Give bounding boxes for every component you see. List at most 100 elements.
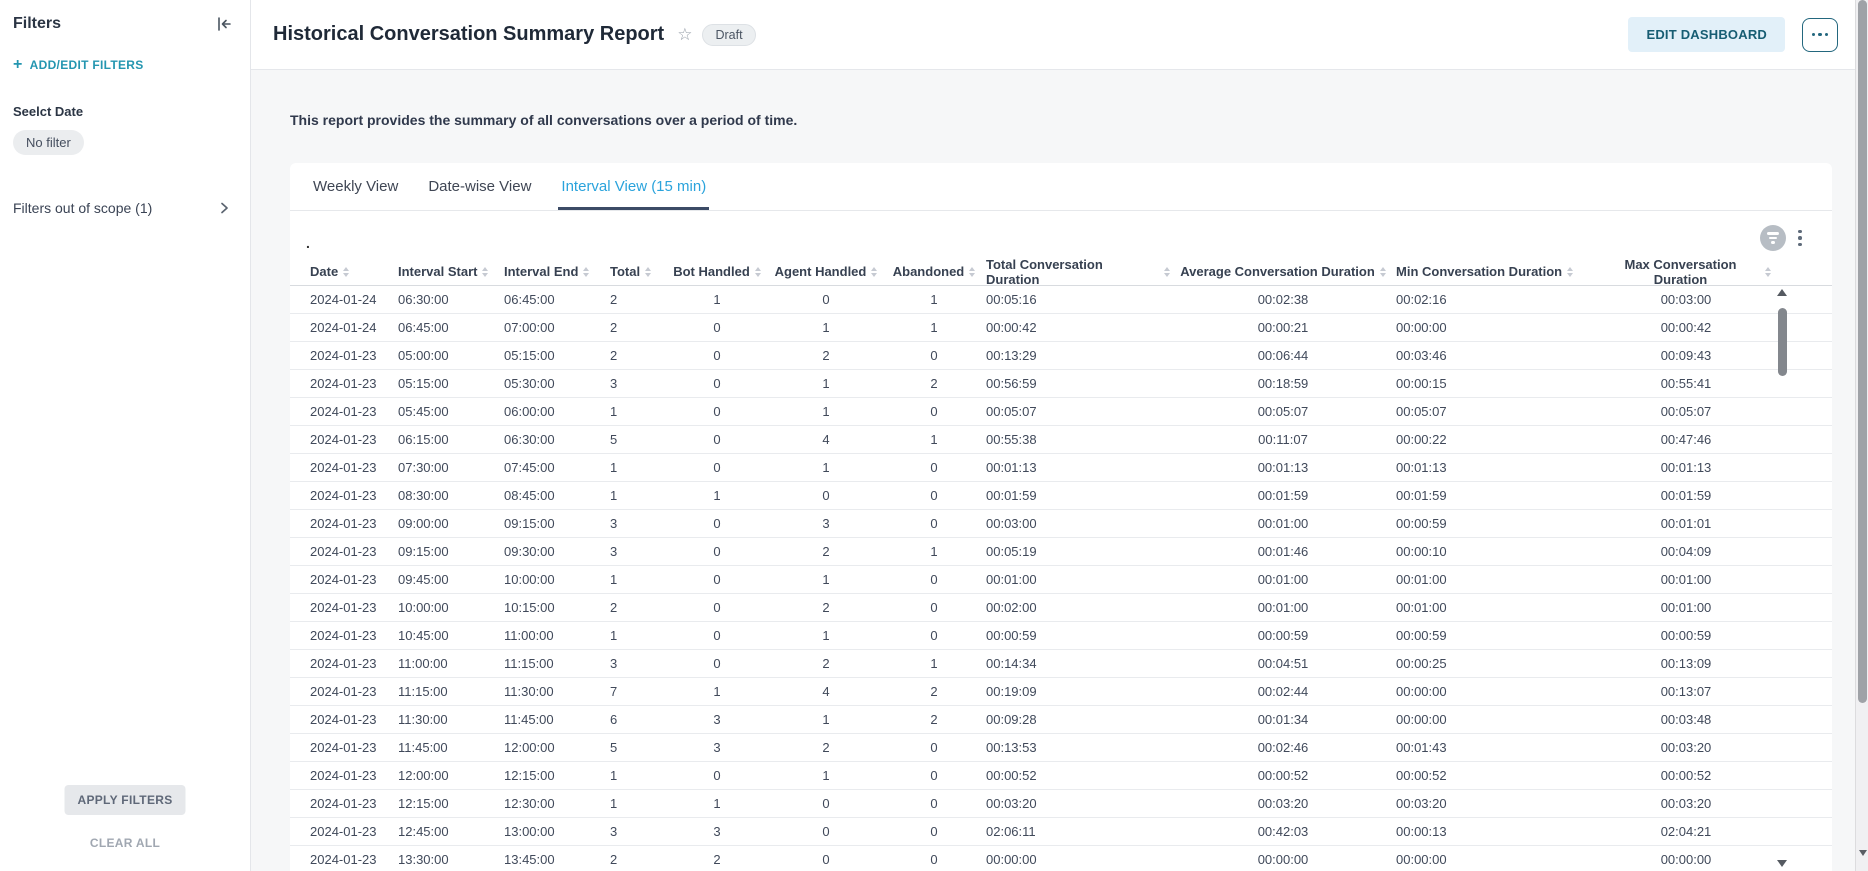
column-header[interactable]: Interval End bbox=[504, 264, 610, 279]
sort-icon bbox=[645, 267, 651, 277]
table-cell: 00:01:00 bbox=[1176, 516, 1396, 531]
table-cell: 1 bbox=[670, 796, 770, 811]
apply-filters-button[interactable]: APPLY FILTERS bbox=[64, 785, 185, 815]
table-cell: 00:01:46 bbox=[1176, 544, 1396, 559]
table-cell: 0 bbox=[670, 432, 770, 447]
table-cell: 00:00:59 bbox=[1396, 516, 1601, 531]
column-header-label: Abandoned bbox=[893, 264, 965, 279]
table-cell: 11:30:00 bbox=[398, 712, 504, 727]
table-scroll-down-icon[interactable] bbox=[1777, 860, 1787, 867]
table-cell: 00:00:15 bbox=[1396, 376, 1601, 391]
table-cell: 3 bbox=[670, 712, 770, 727]
page-scrollbar-thumb[interactable] bbox=[1858, 0, 1867, 703]
add-edit-filters-label: ADD/EDIT FILTERS bbox=[30, 58, 144, 72]
table-cell: 0 bbox=[888, 460, 986, 475]
table-row: 2024-01-2310:00:0010:15:00202000:02:0000… bbox=[290, 594, 1832, 622]
table-cell: 00:55:38 bbox=[986, 432, 1176, 447]
column-header[interactable]: Date bbox=[310, 264, 398, 279]
table-cell: 00:00:00 bbox=[986, 852, 1176, 867]
table-row: 2024-01-2309:15:0009:30:00302100:05:1900… bbox=[290, 538, 1832, 566]
tab-date-wise-view[interactable]: Date-wise View bbox=[425, 163, 534, 210]
table-cell: 00:00:59 bbox=[1176, 628, 1396, 643]
column-header[interactable]: Max Conversation Duration bbox=[1601, 257, 1777, 287]
table-cell: 06:00:00 bbox=[504, 404, 610, 419]
table-cell: 00:00:42 bbox=[986, 320, 1176, 335]
table-cell: 6 bbox=[610, 712, 670, 727]
table-cell: 13:30:00 bbox=[398, 852, 504, 867]
table-cell: 2024-01-23 bbox=[310, 852, 398, 867]
column-header[interactable]: Abandoned bbox=[888, 264, 986, 279]
table-cell: 0 bbox=[670, 572, 770, 587]
table-row: 2024-01-2312:15:0012:30:00110000:03:2000… bbox=[290, 790, 1832, 818]
table-header-row: Date Interval StartInterval EndTotalBot H… bbox=[290, 258, 1832, 286]
table-cell: 2024-01-23 bbox=[310, 376, 398, 391]
filters-out-of-scope[interactable]: Filters out of scope (1) bbox=[13, 200, 231, 216]
table-cell: 00:04:51 bbox=[1176, 656, 1396, 671]
table-cell: 00:01:00 bbox=[1396, 600, 1601, 615]
plus-icon: + bbox=[13, 57, 23, 73]
table-scrollbar-thumb[interactable] bbox=[1778, 308, 1787, 376]
table-cell: 00:03:20 bbox=[1601, 740, 1777, 755]
collapse-sidebar-icon[interactable] bbox=[213, 13, 235, 35]
table-cell: 00:05:07 bbox=[1601, 404, 1777, 419]
table-scroll-up-icon[interactable] bbox=[1777, 289, 1787, 296]
column-header[interactable]: Bot Handled bbox=[670, 264, 770, 279]
column-header[interactable]: Average Conversation Duration bbox=[1176, 264, 1396, 279]
column-header[interactable]: Interval Start bbox=[398, 264, 504, 279]
table-cell: 00:01:13 bbox=[1176, 460, 1396, 475]
table-cell: 00:05:07 bbox=[1396, 404, 1601, 419]
table-row: 2024-01-2312:45:0013:00:00330002:06:1100… bbox=[290, 818, 1832, 846]
page-title: Historical Conversation Summary Report bbox=[273, 23, 664, 46]
column-filter-icon[interactable] bbox=[1760, 225, 1786, 251]
column-header[interactable]: Agent Handled bbox=[770, 264, 888, 279]
overflow-menu-button[interactable] bbox=[1802, 18, 1838, 52]
table-body: 2024-01-2406:30:0006:45:00210100:05:1600… bbox=[290, 286, 1832, 871]
table-cell: 1 bbox=[610, 460, 670, 475]
tab-weekly-view[interactable]: Weekly View bbox=[310, 163, 401, 210]
page-scrollbar[interactable] bbox=[1855, 0, 1868, 871]
clear-all-button[interactable]: CLEAR ALL bbox=[0, 836, 250, 850]
table-cell: 00:01:00 bbox=[986, 572, 1176, 587]
table-cell: 00:01:01 bbox=[1601, 516, 1777, 531]
add-edit-filters-button[interactable]: + ADD/EDIT FILTERS bbox=[13, 57, 144, 73]
table-cell: 05:15:00 bbox=[504, 348, 610, 363]
table-cell: 00:05:16 bbox=[986, 292, 1176, 307]
sort-icon bbox=[1765, 267, 1771, 277]
table-cell: 2 bbox=[770, 656, 888, 671]
column-header[interactable]: Total Conversation Duration bbox=[986, 257, 1176, 287]
column-header-label: Total Conversation Duration bbox=[986, 257, 1159, 287]
table-cell: 1 bbox=[610, 628, 670, 643]
favorite-star-icon[interactable]: ☆ bbox=[677, 25, 692, 45]
column-header[interactable]: Min Conversation Duration bbox=[1396, 264, 1601, 279]
table-cell: 1 bbox=[770, 320, 888, 335]
table-cell: 1 bbox=[610, 404, 670, 419]
table-cell: 07:30:00 bbox=[398, 460, 504, 475]
table-cell: 00:00:21 bbox=[1176, 320, 1396, 335]
no-filter-chip[interactable]: No filter bbox=[13, 130, 84, 155]
table-row: 2024-01-2305:45:0006:00:00101000:05:0700… bbox=[290, 398, 1832, 426]
table-cell: 10:00:00 bbox=[398, 600, 504, 615]
sort-icon bbox=[1567, 267, 1573, 277]
sort-icon bbox=[755, 267, 761, 277]
column-header[interactable]: Total bbox=[610, 264, 670, 279]
table-cell: 0 bbox=[888, 740, 986, 755]
column-header-label: Date bbox=[310, 264, 338, 279]
table-cell: 2 bbox=[770, 600, 888, 615]
sort-icon bbox=[1164, 267, 1170, 277]
table-cell: 12:00:00 bbox=[504, 740, 610, 755]
table-cell: 00:00:00 bbox=[1601, 852, 1777, 867]
tab-interval-view[interactable]: Interval View (15 min) bbox=[558, 163, 709, 210]
widget-kebab-menu-icon[interactable] bbox=[1794, 227, 1806, 249]
table-cell: 00:00:00 bbox=[1396, 852, 1601, 867]
table-cell: 00:02:44 bbox=[1176, 684, 1396, 699]
table-cell: 02:04:21 bbox=[1601, 824, 1777, 839]
table-cell: 12:00:00 bbox=[398, 768, 504, 783]
table-cell: 2024-01-23 bbox=[310, 768, 398, 783]
edit-dashboard-button[interactable]: EDIT DASHBOARD bbox=[1628, 17, 1785, 52]
table-cell: 2024-01-23 bbox=[310, 712, 398, 727]
page-scroll-down-icon[interactable] bbox=[1859, 850, 1867, 856]
column-header-label: Min Conversation Duration bbox=[1396, 264, 1562, 279]
table-cell: 09:30:00 bbox=[504, 544, 610, 559]
page-header: Historical Conversation Summary Report ☆… bbox=[251, 0, 1855, 70]
table-cell: 00:01:13 bbox=[1396, 460, 1601, 475]
